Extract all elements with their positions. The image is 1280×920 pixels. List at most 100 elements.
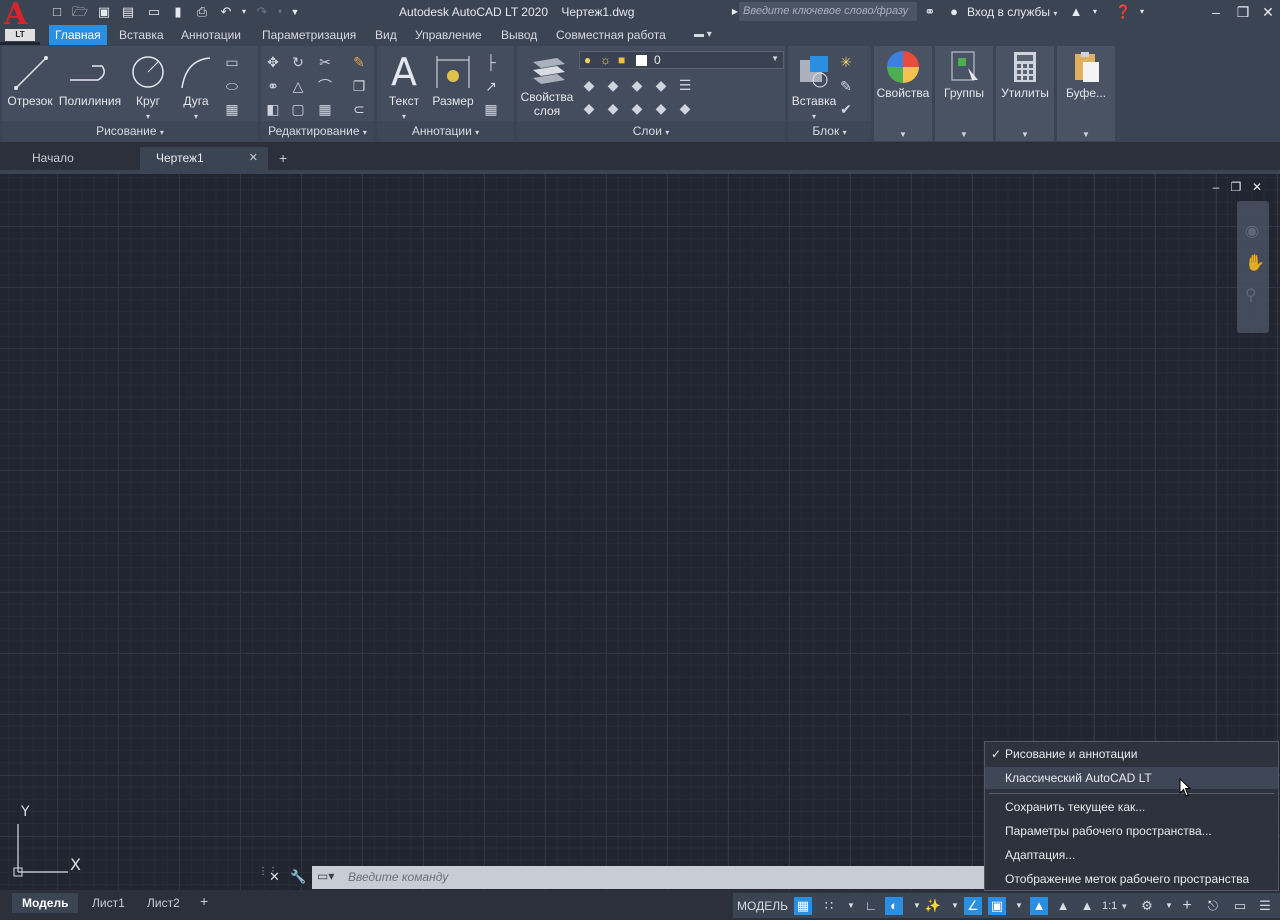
doc-tab-start[interactable]: Начало xyxy=(16,147,140,170)
customize-workspace[interactable]: Адаптация... xyxy=(985,844,1278,866)
layer-dropdown[interactable]: ● ☼ ■ 0 ▼ xyxy=(579,51,784,69)
isodraft-dropdown-icon[interactable]: ▼ xyxy=(946,897,964,915)
clipboard-panel[interactable]: Буфе... ▼ xyxy=(1057,46,1115,141)
redo-icon[interactable]: ↷ xyxy=(254,4,270,20)
close-icon[interactable]: ✕ xyxy=(1259,3,1277,21)
workspace-dropdown-icon[interactable]: ▼ xyxy=(1160,897,1178,915)
close-tab-icon[interactable]: ✕ xyxy=(249,147,258,170)
save-icon[interactable]: ▣ xyxy=(96,4,112,20)
app-dropdown-icon[interactable]: ▾ xyxy=(1087,4,1103,20)
line-button[interactable]: Отрезок xyxy=(6,50,54,108)
annotation-monitor-icon[interactable]: + xyxy=(1178,897,1196,915)
command-line-grip[interactable]: ⋮⋮ xyxy=(258,866,278,888)
viewport-minimize-icon[interactable]: – xyxy=(1209,180,1223,194)
undo-icon[interactable]: ↶ xyxy=(218,4,234,20)
hatch-icon[interactable]: ▦ xyxy=(222,99,242,119)
erase-icon[interactable]: ✎ xyxy=(349,52,369,72)
redo-dropdown-icon[interactable]: ▾ xyxy=(272,4,288,20)
open-folder-icon[interactable]: 🗁 xyxy=(72,4,88,20)
text-button[interactable]: A Текст ▾ xyxy=(381,50,427,122)
tab-annotate[interactable]: Аннотации xyxy=(175,25,247,45)
insert-block-button[interactable]: Вставка ▾ xyxy=(790,50,838,122)
annotation-visibility-icon[interactable]: ▲ xyxy=(1030,897,1048,915)
snap-toggle-icon[interactable]: ∷ xyxy=(820,897,838,915)
scale-value[interactable]: 1:1 ▼ xyxy=(1102,897,1128,915)
layout-tab-sheet1[interactable]: Лист1 xyxy=(82,893,135,913)
edit-block-icon[interactable]: ✎ xyxy=(836,76,856,96)
command-close-icon[interactable]: ✕ xyxy=(269,869,280,885)
ellipse-icon[interactable]: ⬭ xyxy=(222,76,242,96)
layer-unlock-icon[interactable]: ◆ xyxy=(651,98,671,118)
display-workspace-label[interactable]: Отображение меток рабочего пространства xyxy=(985,868,1278,890)
search-input[interactable]: Введите ключевое слово/фразу xyxy=(739,2,917,21)
signin-button[interactable]: Вход в службы ▾ xyxy=(967,5,1057,19)
new-tab-icon[interactable]: + xyxy=(279,150,287,166)
polyline-button[interactable]: Полилиния xyxy=(58,50,122,108)
add-layout-icon[interactable]: + xyxy=(200,893,208,909)
viewport-restore-icon[interactable]: ❐ xyxy=(1229,180,1243,194)
object-tracking-icon[interactable]: ∠ xyxy=(964,897,982,915)
model-space-button[interactable]: МОДЕЛЬ xyxy=(737,897,788,915)
rectangle-icon[interactable]: ▭ xyxy=(222,52,242,72)
ribbon-minimize-icon[interactable]: ▬ ▾ xyxy=(688,25,718,45)
viewport-close-icon[interactable]: ✕ xyxy=(1250,180,1264,194)
polar-toggle-icon[interactable]: ◐ xyxy=(885,897,903,915)
layout-tab-sheet2[interactable]: Лист2 xyxy=(137,893,190,913)
utilities-panel[interactable]: Утилиты ▼ xyxy=(996,46,1054,141)
fillet-icon[interactable]: ⌒ xyxy=(315,76,335,96)
isodraft-toggle-icon[interactable]: ✨ xyxy=(924,897,942,915)
explode-icon[interactable]: ❐ xyxy=(349,76,369,96)
annotation-scale-icon[interactable]: ▲ xyxy=(1078,897,1096,915)
autodesk-app-icon[interactable]: ▲ xyxy=(1068,4,1084,20)
groups-panel[interactable]: Группы ▼ xyxy=(935,46,993,141)
mirror-icon[interactable]: △ xyxy=(288,76,308,96)
app-menu-button[interactable]: A LT xyxy=(0,0,40,42)
scale-icon[interactable]: ▢ xyxy=(288,99,308,119)
tab-manage[interactable]: Управление xyxy=(409,25,488,45)
array-icon[interactable]: ▦ xyxy=(315,99,335,119)
layer-isolate-icon[interactable]: ◆ xyxy=(603,75,623,95)
draw-panel-title[interactable]: Рисование ▾ xyxy=(2,121,258,141)
ortho-toggle-icon[interactable]: ∟ xyxy=(862,897,880,915)
isolate-objects-icon[interactable]: ⎋ xyxy=(1204,897,1222,915)
annotation-panel-title[interactable]: Аннотации ▾ xyxy=(377,121,514,141)
tab-insert[interactable]: Вставка xyxy=(113,25,170,45)
workspace-gear-icon[interactable]: ⚙ xyxy=(1138,897,1156,915)
tab-collaborate[interactable]: Совместная работа xyxy=(550,25,672,45)
customization-menu-icon[interactable]: ☰ xyxy=(1256,897,1274,915)
doc-tab-drawing1[interactable]: Чертеж1 ✕ xyxy=(140,147,268,170)
layer-properties-button[interactable]: Свойства слоя xyxy=(519,50,575,118)
layout-tab-model[interactable]: Модель xyxy=(12,893,79,913)
layer-match-icon[interactable]: ☰ xyxy=(675,75,695,95)
layer-unisolate-icon[interactable]: ◆ xyxy=(603,98,623,118)
clean-screen-icon[interactable]: ▭ xyxy=(1231,897,1249,915)
pan-hand-icon[interactable]: ✋ xyxy=(1245,253,1265,273)
move-icon[interactable]: ✥ xyxy=(263,52,283,72)
leader-icon[interactable]: ↗ xyxy=(481,76,501,96)
save-web-icon[interactable]: ▮ xyxy=(170,4,186,20)
modify-panel-title[interactable]: Редактирование ▾ xyxy=(261,121,374,141)
undo-dropdown-icon[interactable]: ▾ xyxy=(236,4,252,20)
block-panel-title[interactable]: Блок ▾ xyxy=(788,121,871,141)
workspace-drafting-annotation[interactable]: ✓ Рисование и аннотации xyxy=(985,743,1278,765)
layers-panel-title[interactable]: Слои ▾ xyxy=(517,121,785,141)
save-workspace-as[interactable]: Сохранить текущее как... xyxy=(985,796,1278,818)
grid-toggle-icon[interactable]: ▦ xyxy=(794,897,812,915)
plot-printer-icon[interactable]: ⎙ xyxy=(194,4,210,20)
new-file-icon[interactable]: □ xyxy=(49,4,65,20)
table-icon[interactable]: ▦ xyxy=(481,99,501,119)
layer-freeze-icon[interactable]: ◆ xyxy=(627,75,647,95)
auto-scale-icon[interactable]: ▲ xyxy=(1054,897,1072,915)
circle-button[interactable]: Круг ▾ xyxy=(126,50,170,122)
object-snap-icon[interactable]: ▣ xyxy=(988,897,1006,915)
help-dropdown-icon[interactable]: ▾ xyxy=(1134,4,1150,20)
layer-off-icon[interactable]: ◆ xyxy=(579,75,599,95)
block-attributes-icon[interactable]: ✔ xyxy=(836,99,856,119)
binoculars-icon[interactable]: ⚭ xyxy=(922,4,938,20)
rotate-icon[interactable]: ↻ xyxy=(288,52,308,72)
copy-icon[interactable]: ⚭ xyxy=(263,76,283,96)
properties-panel[interactable]: Свойства ▼ xyxy=(874,46,932,141)
open-web-icon[interactable]: ▭ xyxy=(146,4,162,20)
tab-parametric[interactable]: Параметризация xyxy=(256,25,362,45)
customize-qat-icon[interactable]: ▼ xyxy=(287,4,303,20)
